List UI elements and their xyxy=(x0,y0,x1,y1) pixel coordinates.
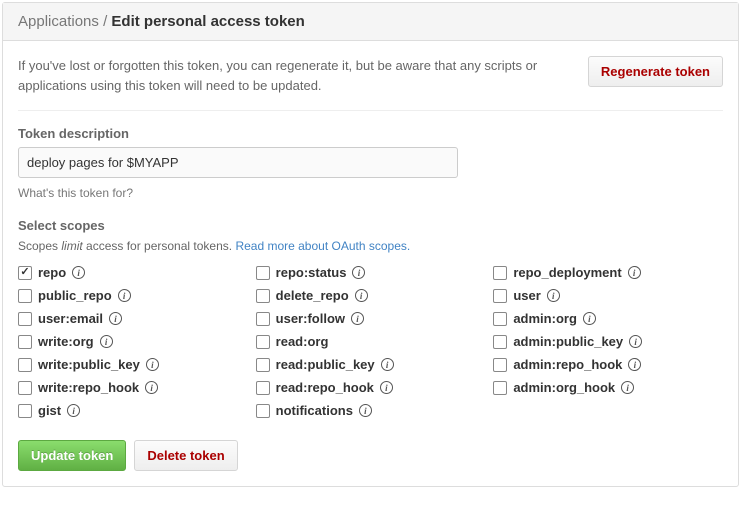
info-icon[interactable]: i xyxy=(359,404,372,417)
scope-item: delete_repo i xyxy=(256,288,486,303)
scope-label[interactable]: write:repo_hook xyxy=(38,380,139,395)
regenerate-section: If you've lost or forgotten this token, … xyxy=(18,56,723,111)
scope-checkbox[interactable] xyxy=(493,312,507,326)
scope-label[interactable]: admin:org xyxy=(513,311,577,326)
token-description-label: Token description xyxy=(18,126,723,141)
scope-checkbox[interactable] xyxy=(256,335,270,349)
scope-checkbox[interactable] xyxy=(256,381,270,395)
scope-label[interactable]: repo:status xyxy=(276,265,347,280)
scope-item: notifications i xyxy=(256,403,486,418)
info-icon[interactable]: i xyxy=(352,266,365,279)
info-icon[interactable]: i xyxy=(583,312,596,325)
info-icon[interactable]: i xyxy=(628,358,641,371)
token-description-input[interactable] xyxy=(18,147,458,178)
scope-checkbox[interactable] xyxy=(493,381,507,395)
scope-item: admin:org i xyxy=(493,311,723,326)
regenerate-message: If you've lost or forgotten this token, … xyxy=(18,56,568,95)
scope-label[interactable]: read:repo_hook xyxy=(276,380,374,395)
scope-checkbox[interactable] xyxy=(493,266,507,280)
scope-item: write:org i xyxy=(18,334,248,349)
scope-label[interactable]: read:org xyxy=(276,334,329,349)
scope-checkbox[interactable] xyxy=(256,358,270,372)
info-icon[interactable]: i xyxy=(145,381,158,394)
breadcrumb-current: Edit personal access token xyxy=(111,13,304,30)
oauth-scopes-link[interactable]: Read more about OAuth scopes. xyxy=(235,239,410,253)
scope-label[interactable]: notifications xyxy=(276,403,353,418)
scopes-grid: repoirepo:statusirepo_deploymentipublic_… xyxy=(18,265,723,418)
info-icon[interactable]: i xyxy=(146,358,159,371)
scope-checkbox[interactable] xyxy=(493,335,507,349)
info-icon[interactable]: i xyxy=(628,266,641,279)
update-token-button[interactable]: Update token xyxy=(18,440,126,471)
scope-checkbox[interactable] xyxy=(18,289,32,303)
scope-checkbox[interactable] xyxy=(493,289,507,303)
scope-label[interactable]: admin:public_key xyxy=(513,334,623,349)
regenerate-token-button[interactable]: Regenerate token xyxy=(588,56,723,87)
scope-item: admin:org_hook i xyxy=(493,380,723,395)
scope-item: public_repo i xyxy=(18,288,248,303)
info-icon[interactable]: i xyxy=(380,381,393,394)
scope-checkbox[interactable] xyxy=(256,312,270,326)
info-icon[interactable]: i xyxy=(381,358,394,371)
scope-label[interactable]: user:email xyxy=(38,311,103,326)
select-scopes-label: Select scopes xyxy=(18,218,723,233)
breadcrumb: Applications / Edit personal access toke… xyxy=(3,3,738,41)
form-actions: Update token Delete token xyxy=(18,440,723,471)
scope-checkbox[interactable] xyxy=(18,381,32,395)
scope-label[interactable]: user xyxy=(513,288,540,303)
scope-item: user:email i xyxy=(18,311,248,326)
scope-item: write:public_key i xyxy=(18,357,248,372)
scope-checkbox[interactable] xyxy=(18,404,32,418)
breadcrumb-separator: / xyxy=(103,13,107,30)
scope-item: useri xyxy=(493,288,723,303)
info-icon[interactable]: i xyxy=(351,312,364,325)
info-icon[interactable]: i xyxy=(72,266,85,279)
scope-checkbox[interactable] xyxy=(18,266,32,280)
token-edit-panel: Applications / Edit personal access toke… xyxy=(2,2,739,487)
info-icon[interactable]: i xyxy=(621,381,634,394)
scope-label[interactable]: write:public_key xyxy=(38,357,140,372)
scope-item: repo_deployment i xyxy=(493,265,723,280)
scope-item: read:public_key i xyxy=(256,357,486,372)
info-icon[interactable]: i xyxy=(100,335,113,348)
info-icon[interactable]: i xyxy=(109,312,122,325)
scope-item: admin:public_key i xyxy=(493,334,723,349)
delete-token-button[interactable]: Delete token xyxy=(134,440,237,471)
scope-checkbox[interactable] xyxy=(18,335,32,349)
token-description-help: What's this token for? xyxy=(18,186,723,200)
scope-label[interactable]: repo_deployment xyxy=(513,265,621,280)
scope-item: repo:status i xyxy=(256,265,486,280)
scope-label[interactable]: admin:org_hook xyxy=(513,380,615,395)
scope-label[interactable]: read:public_key xyxy=(276,357,375,372)
scope-label[interactable]: delete_repo xyxy=(276,288,349,303)
scope-item: admin:repo_hook i xyxy=(493,357,723,372)
scope-checkbox[interactable] xyxy=(256,289,270,303)
scopes-description: Scopes limit access for personal tokens.… xyxy=(18,239,723,253)
scope-checkbox[interactable] xyxy=(256,404,270,418)
scope-label[interactable]: user:follow xyxy=(276,311,345,326)
info-icon[interactable]: i xyxy=(355,289,368,302)
scope-checkbox[interactable] xyxy=(18,312,32,326)
scope-label[interactable]: gist xyxy=(38,403,61,418)
scope-checkbox[interactable] xyxy=(256,266,270,280)
scope-item: gisti xyxy=(18,403,248,418)
scope-item: user:follow i xyxy=(256,311,486,326)
scope-item: read:repo_hook i xyxy=(256,380,486,395)
breadcrumb-parent[interactable]: Applications xyxy=(18,13,99,30)
info-icon[interactable]: i xyxy=(67,404,80,417)
info-icon[interactable]: i xyxy=(629,335,642,348)
scope-label[interactable]: admin:repo_hook xyxy=(513,357,622,372)
scope-item: repoi xyxy=(18,265,248,280)
scope-label[interactable]: public_repo xyxy=(38,288,112,303)
scope-label[interactable]: write:org xyxy=(38,334,94,349)
scope-item: write:repo_hook i xyxy=(18,380,248,395)
info-icon[interactable]: i xyxy=(118,289,131,302)
scope-item: read:org xyxy=(256,334,486,349)
info-icon[interactable]: i xyxy=(547,289,560,302)
scope-label[interactable]: repo xyxy=(38,265,66,280)
scope-checkbox[interactable] xyxy=(493,358,507,372)
scope-checkbox[interactable] xyxy=(18,358,32,372)
